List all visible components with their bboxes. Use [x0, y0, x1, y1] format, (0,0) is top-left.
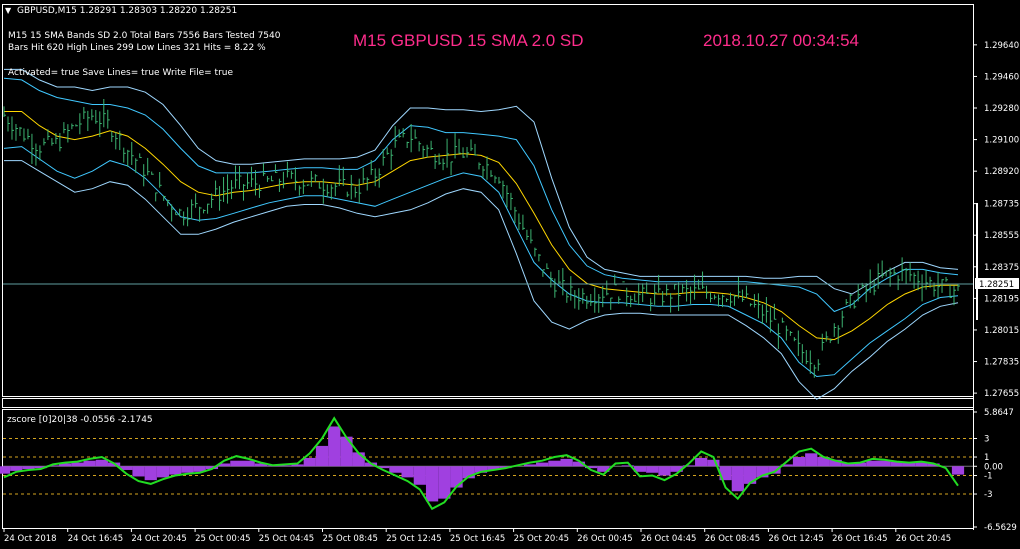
x-tick-label: 25 Oct 00:45 [195, 534, 250, 544]
band-upper-outer [4, 68, 959, 295]
zscore-hist-bar [71, 462, 84, 467]
x-tick-label: 26 Oct 04:45 [641, 534, 696, 544]
zscore-hist-bar [242, 460, 255, 467]
zscore-hist-bar [658, 466, 671, 476]
x-tick-label: 26 Oct 20:45 [896, 534, 951, 544]
zscore-hist-bar [951, 466, 965, 475]
zscore-tick-label: -3 [984, 490, 992, 500]
x-tick-label: 26 Oct 12:45 [768, 534, 823, 544]
zscore-tick-label: 3 [984, 435, 989, 445]
price-tick-label: 1.29280 [984, 104, 1019, 114]
x-tick-label: 25 Oct 12:45 [386, 534, 441, 544]
price-tick-label: 1.28555 [984, 231, 1019, 241]
price-tick-label: 1.29100 [984, 136, 1019, 146]
zscore-hist-bar [866, 460, 879, 467]
zscore-hist-bar [22, 466, 35, 470]
zscore-hist-bar [83, 460, 96, 467]
zscore-hist-bar [523, 464, 537, 467]
zscore-tick-label: -1 [984, 472, 992, 482]
price-tick-label: 1.29640 [984, 41, 1019, 51]
info-line-3: Activated= true Save Lines= true Write F… [8, 68, 233, 78]
price-tick-label: 1.29460 [984, 72, 1019, 82]
zscore-tick-label: -6.5629 [984, 523, 1017, 533]
zscore-hist-bar [438, 466, 451, 499]
zscore-hist-bar [805, 453, 818, 467]
triangle-down-icon[interactable]: ▼ [5, 6, 12, 15]
zscore-hist-bar [425, 466, 439, 502]
x-tick-label: 25 Oct 04:45 [259, 534, 314, 544]
zscore-hist-bar [181, 466, 194, 473]
zscore-hist-bar [132, 466, 145, 477]
sma-line [4, 111, 958, 341]
x-tick-label: 24 Oct 16:45 [68, 534, 123, 544]
x-tick-label: 25 Oct 20:45 [514, 534, 569, 544]
price-tick-label: 1.28735 [984, 200, 1019, 210]
zscore-tick-label: 5.8647 [984, 408, 1014, 418]
zscore-hist-bar [303, 457, 316, 467]
zscore-hist-bar [0, 466, 11, 474]
zscore-hist-bar [560, 458, 573, 467]
x-tick-label: 26 Oct 16:45 [832, 534, 887, 544]
zscore-hist-bar [389, 466, 402, 473]
chart-headline: M15 GBPUSD 15 SMA 2.0 SD [353, 31, 584, 50]
pane-separator [2, 398, 974, 408]
zscore-hist-bar [536, 462, 549, 467]
band-lower-outer [4, 160, 959, 400]
zscore-hist-bar [878, 460, 891, 467]
x-tick-label: 25 Oct 08:45 [323, 534, 378, 544]
zscore-hist-bar [230, 460, 243, 467]
zscore-hist-bar [646, 466, 659, 473]
band-lower-inner [3, 146, 959, 378]
zscore-hist-bar [169, 466, 182, 475]
zscore-hist-bar [95, 459, 108, 467]
zscore-hist-bar [450, 466, 463, 488]
zscore-hist-bar [144, 466, 157, 481]
zscore-hist-bar [340, 436, 353, 467]
info-line-2: Bars Hit 620 High Lines 299 Low Lines 32… [8, 43, 266, 53]
price-tick-label: 1.27655 [984, 389, 1019, 399]
window-title: GBPUSD,M15 1.28291 1.28303 1.28220 1.282… [17, 6, 237, 16]
x-tick-label: 26 Oct 08:45 [705, 534, 760, 544]
price-tick-label: 1.28195 [984, 294, 1019, 304]
zscore-hist-bar [315, 445, 329, 467]
zscore-hist-bar [731, 466, 744, 492]
zscore-hist-bar [548, 460, 561, 467]
price-tick-label: 1.28920 [984, 167, 1019, 177]
chart-timestamp: 2018.10.27 00:34:54 [703, 31, 859, 50]
zscore-hist-bar [792, 457, 806, 467]
zscore-hist-bar [156, 466, 170, 478]
x-tick-label: 26 Oct 00:45 [577, 534, 632, 544]
price-tick-label: 1.28015 [984, 326, 1019, 336]
zscore-hist-bar [401, 466, 414, 478]
info-line-1: M15 15 SMA Bands SD 2.0 Total Bars 7556 … [8, 31, 281, 41]
price-tick-label: 1.27835 [984, 358, 1019, 368]
price-tick-label: 1.28375 [984, 263, 1019, 273]
zscore-hist-bar [413, 466, 426, 485]
x-tick-label: 24 Oct 20:45 [131, 534, 186, 544]
price-pane-frame [2, 4, 974, 397]
x-tick-label: 24 Oct 2018 [4, 534, 57, 544]
zscore-hist-bar [695, 457, 708, 467]
x-tick-label: 25 Oct 16:45 [450, 534, 505, 544]
zscore-hist-bar [328, 426, 341, 467]
zscore-title: zscore [0]20|38 -0.0556 -2.1745 [7, 415, 153, 425]
current-price-label: 1.28251 [979, 280, 1014, 290]
chart-canvas: 1.28251 ▼ GBPUSD,M15 1.28291 1.28303 1.2… [0, 4, 1019, 544]
